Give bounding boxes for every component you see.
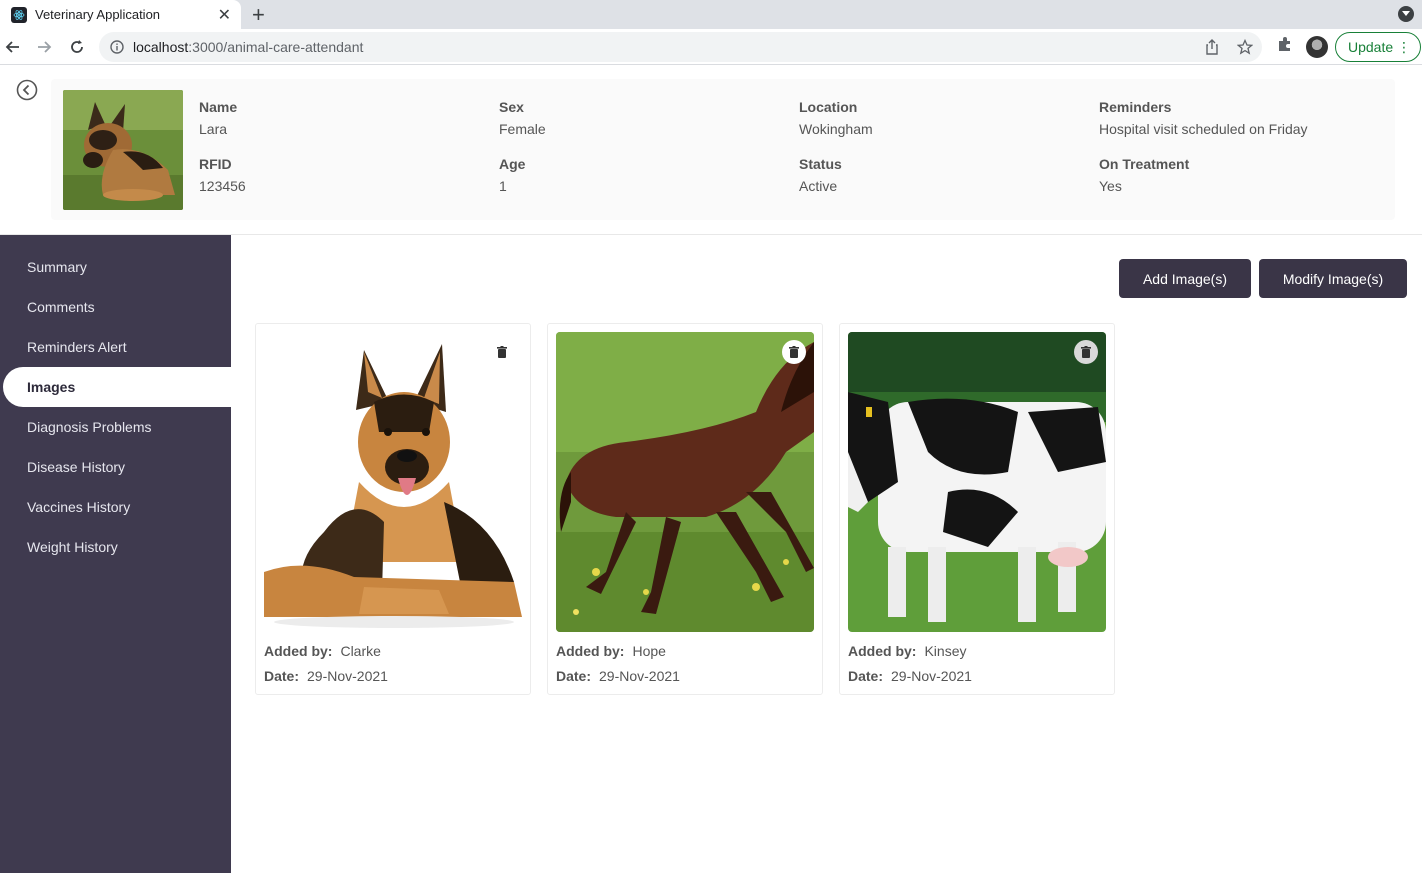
date-label: Date: <box>264 668 300 684</box>
added-by-row: Added by: Kinsey <box>848 643 966 659</box>
bookmark-star-icon[interactable] <box>1236 38 1254 60</box>
added-by-label: Added by: <box>556 643 625 659</box>
add-images-button[interactable]: Add Image(s) <box>1119 259 1251 298</box>
added-by-label: Added by: <box>264 643 333 659</box>
profile-avatar[interactable] <box>1306 36 1328 58</box>
delete-image-icon[interactable] <box>490 340 514 364</box>
delete-image-icon[interactable] <box>1074 340 1098 364</box>
modify-images-button[interactable]: Modify Image(s) <box>1259 259 1407 298</box>
address-bar[interactable]: localhost:3000/animal-care-attendant <box>99 32 1262 62</box>
date-value: 29-Nov-2021 <box>891 668 972 684</box>
more-menu-icon[interactable]: ⋮ <box>1397 39 1411 56</box>
new-tab-icon[interactable]: + <box>252 2 265 28</box>
date-value: 29-Nov-2021 <box>307 668 388 684</box>
field-status: Status Active <box>799 156 842 200</box>
sidebar-item-summary[interactable]: Summary <box>0 247 231 287</box>
added-by-value: Kinsey <box>924 643 967 659</box>
browser-tabbar: Veterinary Application ✕ + <box>0 0 1422 29</box>
added-by-row: Added by: Clarke <box>264 643 381 659</box>
field-label: On Treatment <box>1099 156 1190 172</box>
field-value: Yes <box>1099 178 1122 194</box>
image-card: Added by: Kinsey Date: 29-Nov-2021 <box>839 323 1115 695</box>
sidebar-item-diagnosis-problems[interactable]: Diagnosis Problems <box>0 407 231 447</box>
field-reminders: Reminders Hospital visit scheduled on Fr… <box>1099 99 1308 143</box>
url-host: localhost <box>133 39 189 55</box>
share-icon[interactable] <box>1205 39 1219 60</box>
field-label: Name <box>199 99 238 115</box>
close-tab-icon[interactable]: ✕ <box>218 5 231 25</box>
field-sex: Sex Female <box>499 99 546 143</box>
field-value: Lara <box>199 121 228 137</box>
field-value: Wokingham <box>799 121 873 137</box>
added-by-value: Hope <box>632 643 666 659</box>
field-age: Age 1 <box>499 156 525 200</box>
field-location: Location Wokingham <box>799 99 873 143</box>
field-label: Status <box>799 156 842 172</box>
field-value: 1 <box>499 178 507 194</box>
horse-image[interactable] <box>556 332 814 632</box>
extensions-puzzle-icon[interactable] <box>1277 36 1293 57</box>
tab-search-icon[interactable] <box>1398 6 1414 22</box>
url-text: localhost:3000/animal-care-attendant <box>133 39 363 55</box>
field-value: Female <box>499 121 546 137</box>
field-rfid: RFID 123456 <box>199 156 246 200</box>
date-label: Date: <box>556 668 592 684</box>
delete-image-icon[interactable] <box>782 340 806 364</box>
date-label: Date: <box>848 668 884 684</box>
date-row: Date: 29-Nov-2021 <box>264 668 388 684</box>
field-on-treatment: On Treatment Yes <box>1099 156 1189 200</box>
back-arrow-icon[interactable] <box>2 36 24 58</box>
field-label: Location <box>799 99 858 115</box>
field-value: 123456 <box>199 178 246 194</box>
sidebar-item-vaccines-history[interactable]: Vaccines History <box>0 487 231 527</box>
field-value: Active <box>799 178 838 194</box>
field-label: RFID <box>199 156 232 172</box>
added-by-label: Added by: <box>848 643 917 659</box>
reload-icon[interactable] <box>66 36 88 58</box>
patient-info-card: Name Lara RFID 123456 Sex Female Age 1 L… <box>51 79 1395 220</box>
patient-photo <box>63 90 183 210</box>
added-by-row: Added by: Hope <box>556 643 666 659</box>
sidebar-item-images[interactable]: Images <box>3 367 231 407</box>
date-row: Date: 29-Nov-2021 <box>848 668 972 684</box>
cow-image[interactable] <box>848 332 1106 632</box>
update-button[interactable]: Update ⋮ <box>1335 32 1421 62</box>
field-value: Hospital visit scheduled on Friday <box>1099 121 1308 137</box>
browser-tab[interactable]: Veterinary Application ✕ <box>0 0 241 29</box>
field-label: Age <box>499 156 526 172</box>
sidebar-item-reminders-alert[interactable]: Reminders Alert <box>0 327 231 367</box>
field-label: Sex <box>499 99 524 115</box>
field-name: Name Lara <box>199 99 237 143</box>
sidebar-item-weight-history[interactable]: Weight History <box>0 527 231 567</box>
sidebar-item-disease-history[interactable]: Disease History <box>0 447 231 487</box>
browser-toolbar: localhost:3000/animal-care-attendant Upd… <box>0 29 1422 65</box>
react-favicon-icon <box>11 6 27 23</box>
dog-image[interactable] <box>264 332 522 632</box>
image-card: Added by: Hope Date: 29-Nov-2021 <box>547 323 823 695</box>
date-row: Date: 29-Nov-2021 <box>556 668 680 684</box>
update-label: Update <box>1348 39 1394 55</box>
sidebar: Summary Comments Reminders Alert Images … <box>0 235 231 873</box>
site-info-icon[interactable] <box>110 40 124 59</box>
forward-arrow-icon[interactable] <box>33 36 55 58</box>
back-circle-icon[interactable] <box>16 79 38 101</box>
url-path: :3000/animal-care-attendant <box>188 39 364 55</box>
field-label: Reminders <box>1099 99 1172 115</box>
added-by-value: Clarke <box>340 643 381 659</box>
image-card: Added by: Clarke Date: 29-Nov-2021 <box>255 323 531 695</box>
date-value: 29-Nov-2021 <box>599 668 680 684</box>
sidebar-item-comments[interactable]: Comments <box>0 287 231 327</box>
tab-title: Veterinary Application <box>35 7 161 22</box>
